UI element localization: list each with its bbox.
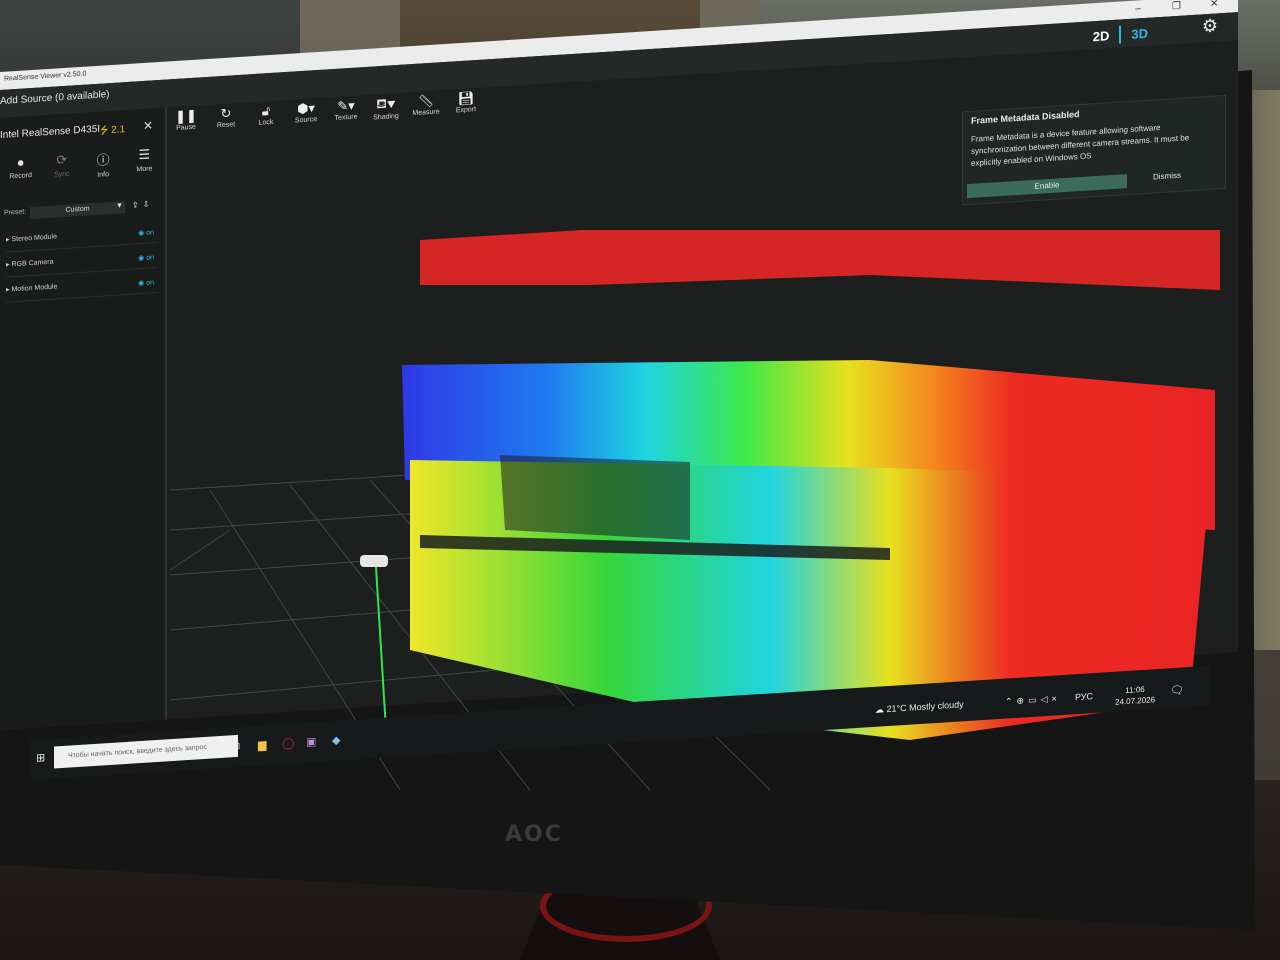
module-rgb-toggle[interactable]: ◉ on [138,253,154,262]
close-icon[interactable]: ✕ [1210,0,1218,10]
info-label: Info [97,171,109,179]
view-2d-button[interactable]: 2D [1093,28,1110,44]
point-cloud-dark-opening [500,455,690,540]
device-panel: Intel RealSense D435I ⭍ 2.1 ✕ ● Record ⟳ S… [0,107,167,731]
more-label: More [136,165,153,174]
camera-model [360,555,388,567]
module-motion-label: Motion Module [11,283,58,294]
camera-axis-y [375,566,387,731]
export-label: Export [455,106,477,115]
pause-button[interactable]: ❚❚ Pause [168,107,204,145]
enable-button[interactable]: Enable [967,174,1127,199]
reset-icon: ↻ [220,105,232,122]
window-title: RealSense Viewer v2.50.0 [4,70,87,83]
maximize-icon[interactable]: ❐ [1172,1,1181,13]
lock-button[interactable]: 🔓︎ Lock [248,102,284,140]
preset-load-save-icons[interactable]: ⇪⇩ [132,199,153,209]
module-motion-state: on [146,279,154,287]
shading-icon: ⛾▾ [376,95,396,112]
module-stereo-label: Stereo Module [11,233,57,244]
notification-center-icon[interactable]: 🗨︎ [1170,683,1184,697]
menu-icon: ☰ [138,146,151,163]
module-motion-toggle[interactable]: ◉ on [138,278,154,287]
module-stereo[interactable]: ▸ Stereo Module ◉ on [6,226,158,253]
source-button[interactable]: ⬢▾ Source [288,100,324,138]
realsense-app-icon[interactable]: ▣ [306,735,316,749]
more-button[interactable]: ☰ More [126,146,162,188]
device-name: Intel RealSense D435I [0,123,101,141]
shading-label: Shading [373,112,399,122]
usb-version: 2.1 [111,124,126,137]
source-label: Source [294,116,318,125]
pause-icon: ❚❚ [175,107,197,124]
texture-label: Texture [334,113,358,122]
point-cloud-ceiling [420,230,1220,290]
module-stereo-toggle[interactable]: ◉ on [138,228,154,237]
minimize-icon[interactable]: – [1135,3,1141,14]
module-rgb-label: RGB Camera [11,258,54,269]
gear-icon[interactable]: ⚙ [1202,15,1218,37]
texture-icon: ✎▾ [337,97,355,114]
module-rgb[interactable]: ▸ RGB Camera ◉ on [6,251,158,278]
preset-label: Preset: [4,208,27,217]
source-icon: ⬢▾ [297,100,315,117]
sync-label: Sync [54,170,70,179]
view-toggle: 2D 3D [1093,24,1148,45]
texture-button[interactable]: ✎▾ Texture [328,97,364,135]
lock-label: Lock [258,118,274,127]
measure-button[interactable]: 📏︎ Measure [408,92,444,130]
task-view-icon[interactable]: ⧉ [232,740,240,753]
view-separator [1119,25,1122,44]
notification-title: Frame Metadata Disabled [971,109,1080,126]
usb-icon: ⭍ 2.1 [100,124,126,137]
reset-button[interactable]: ↻ Reset [208,105,244,143]
metadata-notification: Frame Metadata Disabled Frame Metadata i… [962,94,1226,206]
export-icon: 💾︎ [457,90,475,107]
weather-text: 21°C Mostly cloudy [886,699,964,715]
measure-label: Measure [412,108,440,118]
weather-widget[interactable]: ☁ 21°C Mostly cloudy [875,699,964,716]
close-device-icon[interactable]: ✕ [143,118,153,133]
module-stereo-state: on [146,229,154,237]
taskbar-clock[interactable]: 11:06 24.07.2026 [1115,683,1155,708]
chevron-down-icon[interactable]: ▼ [116,202,123,209]
windows-start-icon[interactable]: ⊞ [36,751,45,765]
system-tray-icons[interactable]: ⌃⊕▭◁× [1005,693,1061,708]
pause-label: Pause [176,123,196,132]
module-motion[interactable]: ▸ Motion Module ◉ on [6,276,158,303]
monitor-brand: AOC [505,822,563,847]
export-button[interactable]: 💾︎ Export [448,90,484,128]
dismiss-button[interactable]: Dismiss [1153,171,1181,182]
reset-label: Reset [216,121,236,130]
pinned-app-icon[interactable]: ◆ [332,733,340,747]
record-button[interactable]: ● Record [3,154,39,196]
lock-icon: 🔓︎ [261,102,271,119]
clock-date: 24.07.2026 [1115,695,1156,707]
sync-button[interactable]: ⟳ Sync [44,151,80,193]
device-buttons: ● Record ⟳ Sync ⓘ Info ☰ More [0,146,165,196]
shading-button[interactable]: ⛾▾ Shading [368,95,404,133]
file-explorer-icon[interactable]: ▆ [258,738,266,752]
notification-body: Frame Metadata is a device feature allow… [971,122,1190,168]
module-rgb-state: on [146,254,154,262]
record-icon: ● [16,154,25,170]
view-3d-button[interactable]: 3D [1131,25,1148,41]
taskbar-search-input[interactable]: Чтобы начать поиск, введите здесь запрос [54,734,238,769]
opera-icon[interactable]: ◯ [282,736,294,750]
device-header: Intel RealSense D435I ⭍ 2.1 ✕ [0,116,165,148]
preset-select[interactable]: Custom [30,201,125,220]
sync-icon: ⟳ [56,151,68,168]
preset-row: Preset: Custom ▼ ⇪⇩ [4,199,159,222]
add-source-button[interactable]: Add Source (0 available) [0,89,110,107]
weather-cloud-icon: ☁ [875,704,884,715]
info-button[interactable]: ⓘ Info [85,148,121,190]
record-label: Record [9,171,32,181]
info-icon: ⓘ [96,152,110,168]
language-indicator[interactable]: РУС [1075,691,1093,702]
